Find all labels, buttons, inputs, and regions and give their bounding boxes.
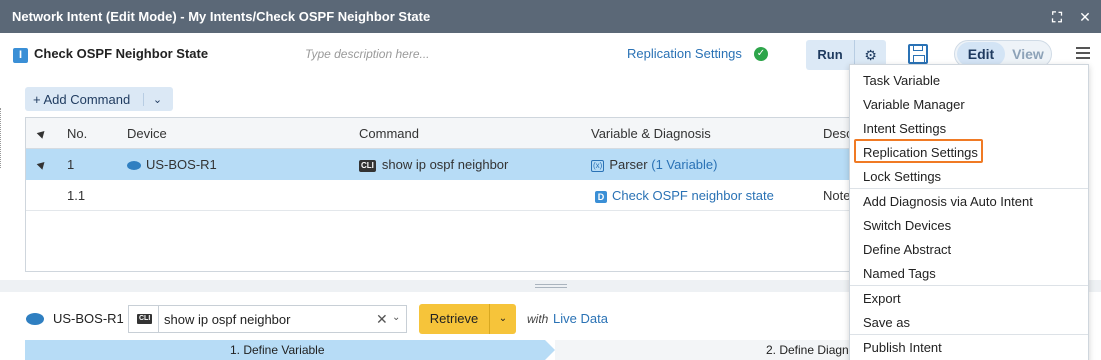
diagnosis-cell[interactable]: D Check OSPF neighbor state	[595, 180, 774, 211]
step-define-diagnosis[interactable]: 2. Define Diagn	[555, 340, 855, 360]
edit-mode-button[interactable]: Edit	[957, 42, 1005, 66]
replication-settings-link[interactable]: Replication Settings	[627, 46, 742, 61]
menu-item-export[interactable]: Export	[863, 291, 901, 306]
close-icon[interactable]: ✕	[1077, 9, 1093, 25]
with-label: with	[527, 312, 549, 326]
intent-type-icon: I	[13, 48, 28, 63]
command-select[interactable]: CLI show ip ospf neighbor ✕ ⌄	[128, 305, 407, 333]
step-label: 2. Define Diagn	[766, 343, 849, 357]
window-controls: ⛶ ✕	[1049, 0, 1093, 33]
step-define-variable[interactable]: 1. Define Variable	[25, 340, 545, 360]
menu-item-replication-settings[interactable]: Replication Settings	[863, 145, 978, 160]
save-icon[interactable]	[908, 44, 928, 64]
parser-label: Parser	[609, 157, 648, 172]
column-header-no: No.	[67, 126, 88, 141]
splitter-grip-icon[interactable]	[535, 284, 567, 288]
window-title: Network Intent (Edit Mode) - My Intents/…	[12, 9, 431, 24]
chevron-down-icon[interactable]: ⌄	[392, 312, 400, 323]
clear-icon[interactable]: ✕	[376, 311, 388, 328]
menu-item-publish-intent[interactable]: Publish Intent	[863, 340, 942, 355]
maximize-icon[interactable]: ⛶	[1049, 9, 1065, 25]
selected-device-name: US-BOS-R1	[53, 311, 124, 326]
table-row[interactable]: 1.1 D Check OSPF neighbor state Note	[26, 180, 854, 211]
variable-count-link[interactable]: (1 Variable)	[651, 157, 717, 172]
table-header: No. Device Command Variable & Diagnosis …	[26, 118, 854, 149]
menu-item-switch-devices[interactable]: Switch Devices	[863, 218, 951, 233]
app-root: Network Intent (Edit Mode) - My Intents/…	[0, 0, 1101, 360]
command-table: No. Device Command Variable & Diagnosis …	[25, 117, 855, 272]
command-text: show ip ospf neighbor	[381, 157, 509, 172]
add-command-button-group: + Add Command ⌄	[25, 87, 173, 111]
expand-row-icon[interactable]	[36, 159, 48, 170]
run-button[interactable]: Run	[806, 40, 854, 70]
variable-cell: (x) Parser (1 Variable)	[591, 149, 717, 180]
cli-icon: CLI	[359, 159, 376, 172]
command-cell: CLI show ip ospf neighbor	[359, 149, 508, 180]
row-number: 1	[67, 157, 75, 172]
chevron-down-icon[interactable]: ⌄	[143, 92, 171, 106]
menu-item-variable-manager[interactable]: Variable Manager	[863, 97, 965, 112]
menu-item-save-as[interactable]: Save as	[863, 315, 910, 330]
step-bar: 1. Define Variable 2. Define Diagn	[25, 340, 855, 360]
table-row[interactable]: 1 US-BOS-R1 CLI show ip ospf neighbor (x)…	[26, 149, 854, 180]
retrieve-button-group: Retrieve ⌄	[419, 304, 516, 334]
menu-item-define-abstract[interactable]: Define Abstract	[863, 242, 951, 257]
description-cell: Note	[823, 188, 851, 203]
command-select-value: show ip ospf neighbor	[164, 312, 291, 327]
check-circle-icon: ✓	[754, 47, 768, 61]
step-arrow	[545, 340, 555, 360]
diagnosis-icon: D	[595, 190, 607, 203]
view-mode-button[interactable]: View	[1005, 46, 1051, 62]
menu-item-task-variable[interactable]: Task Variable	[863, 73, 940, 88]
live-data-link[interactable]: Live Data	[553, 311, 608, 326]
variable-icon: (x)	[591, 159, 605, 172]
add-command-button[interactable]: + Add Command	[25, 92, 143, 107]
hamburger-menu-icon[interactable]	[1076, 47, 1090, 59]
menu-divider	[850, 334, 1088, 335]
column-header-variable-diagnosis: Variable & Diagnosis	[591, 126, 711, 141]
menu-divider	[850, 188, 1088, 189]
left-edge-divider	[0, 108, 3, 168]
title-bar: Network Intent (Edit Mode) - My Intents/…	[0, 0, 1101, 33]
menu-item-intent-settings[interactable]: Intent Settings	[863, 121, 946, 136]
settings-dropdown-menu: Task Variable Variable Manager Intent Se…	[849, 64, 1089, 360]
device-cell: US-BOS-R1	[127, 149, 217, 180]
column-header-command: Command	[359, 126, 419, 141]
menu-item-lock-settings[interactable]: Lock Settings	[863, 169, 941, 184]
retrieve-button[interactable]: Retrieve	[419, 304, 489, 334]
menu-item-named-tags[interactable]: Named Tags	[863, 266, 936, 281]
menu-item-add-diagnosis[interactable]: Add Diagnosis via Auto Intent	[863, 194, 1033, 209]
cli-icon: CLI	[129, 306, 159, 332]
device-name: US-BOS-R1	[146, 157, 217, 172]
column-header-device: Device	[127, 126, 167, 141]
intent-name: Check OSPF Neighbor State	[34, 46, 209, 61]
chevron-down-icon[interactable]: ⌄	[489, 304, 516, 334]
menu-divider	[850, 285, 1088, 286]
step-label: 1. Define Variable	[230, 343, 325, 357]
description-input[interactable]	[305, 44, 595, 64]
router-icon	[127, 161, 141, 171]
row-number: 1.1	[67, 188, 86, 203]
router-icon	[26, 313, 44, 325]
collapse-all-icon[interactable]	[36, 128, 48, 139]
diagnosis-link[interactable]: Check OSPF neighbor state	[612, 188, 774, 203]
